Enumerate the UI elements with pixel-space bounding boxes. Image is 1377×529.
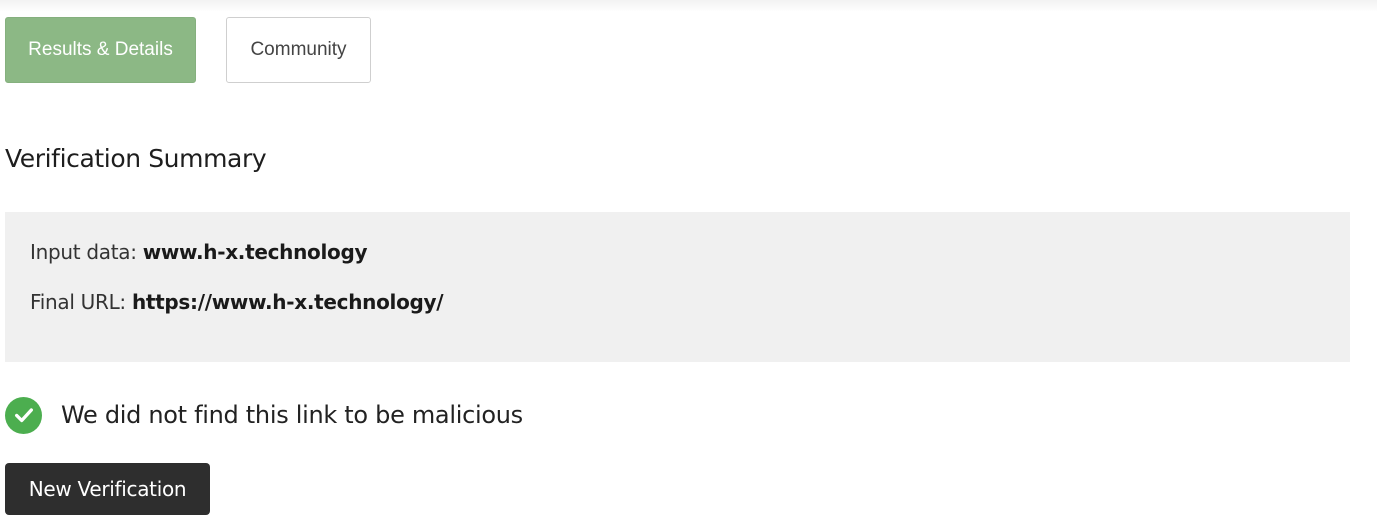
tab-results-details[interactable]: Results & Details — [5, 17, 196, 83]
tab-community[interactable]: Community — [226, 17, 371, 83]
new-verification-button[interactable]: New Verification — [5, 463, 210, 515]
final-url-row: Final URL: https://www.h-x.technology/ — [30, 290, 444, 314]
input-data-label: Input data: — [30, 240, 137, 264]
section-title: Verification Summary — [5, 144, 267, 173]
check-circle-icon — [5, 396, 42, 434]
verification-result: We did not find this link to be maliciou… — [5, 396, 523, 434]
final-url-label: Final URL: — [30, 290, 126, 314]
header-shadow — [0, 0, 1377, 12]
page: Results & Details Community Verification… — [0, 0, 1377, 529]
input-data-row: Input data: www.h-x.technology — [30, 240, 368, 264]
result-message: We did not find this link to be maliciou… — [61, 401, 523, 429]
verification-summary-box: Input data: www.h-x.technology Final URL… — [5, 212, 1350, 362]
input-data-value: www.h-x.technology — [142, 240, 368, 264]
final-url-value: https://www.h-x.technology/ — [131, 290, 444, 314]
